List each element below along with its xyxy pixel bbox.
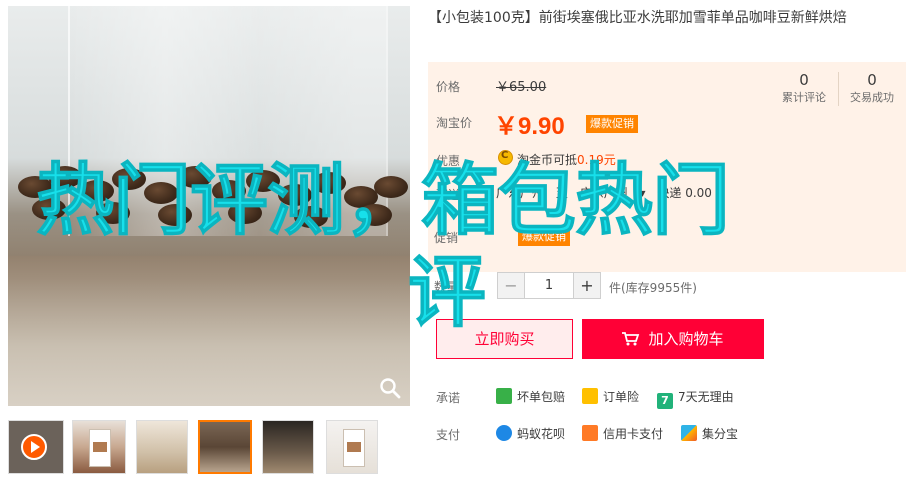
- quantity-label: 数量: [434, 280, 459, 294]
- sales-label: 交易成功: [850, 91, 894, 104]
- promise-row: 承诺 坏单包赔 订单险 7 7天无理由: [436, 387, 896, 409]
- promo2-label: 促销: [434, 231, 459, 245]
- quantity-minus-button[interactable]: −: [498, 273, 524, 298]
- sales-stat: 0 交易成功: [840, 70, 904, 106]
- main-product-image[interactable]: [8, 6, 410, 406]
- stock-info: 件(库存9955件): [609, 281, 697, 295]
- quantity-stepper[interactable]: − +: [497, 272, 601, 299]
- thumbnail-2[interactable]: [72, 420, 126, 474]
- current-price: ￥9.90: [494, 113, 565, 140]
- thumbnail-video[interactable]: [8, 420, 64, 474]
- ship-to[interactable]: 广东广州: [580, 184, 628, 201]
- shipping-selector[interactable]: 广东广州 至 广东广州 ▾ 快递 0.00: [496, 184, 720, 204]
- credit-card-icon: [582, 425, 598, 441]
- thumbnail-5[interactable]: [262, 420, 314, 474]
- promo-price-label: 淘宝价: [436, 116, 473, 130]
- review-stat[interactable]: 0 累计评论: [772, 70, 836, 106]
- chevron-down-icon[interactable]: ▾: [640, 186, 646, 200]
- thumbnail-4-active[interactable]: [198, 420, 252, 474]
- pay-item-3[interactable]: 集分宝: [681, 424, 738, 444]
- discount-label: 优惠: [436, 154, 461, 168]
- thumbnail-6[interactable]: [326, 420, 378, 474]
- huabei-icon: [496, 425, 512, 441]
- payment-label: 支付: [436, 428, 461, 442]
- promise-item-2[interactable]: 订单险: [582, 387, 639, 407]
- cart-icon: [622, 332, 640, 346]
- ship-fee: 快递 0.00: [657, 186, 712, 200]
- price-panel: 价格 ￥65.00 0 累计评论 0 交易成功 淘宝价 ￥9.90 爆款促销 优…: [428, 62, 906, 272]
- add-to-cart-button[interactable]: 加入购物车: [582, 319, 764, 359]
- add-to-cart-label: 加入购物车: [648, 330, 724, 348]
- seven-day-icon: 7: [657, 393, 673, 409]
- promo-tag: 爆款促销: [586, 115, 638, 133]
- pay-item-2[interactable]: 信用卡支付: [582, 424, 663, 444]
- price-label: 价格: [436, 80, 461, 94]
- review-label: 累计评论: [782, 91, 826, 104]
- thumbnail-3[interactable]: [136, 420, 188, 474]
- buy-now-button[interactable]: 立即购买: [436, 319, 573, 359]
- play-icon[interactable]: [21, 434, 47, 460]
- jifenbao-icon: [681, 425, 697, 441]
- thumbnail-strip: [8, 420, 388, 476]
- payment-row: 支付 蚂蚁花呗 信用卡支付 集分宝: [436, 424, 896, 444]
- original-price: ￥65.00: [496, 80, 547, 95]
- sales-count: 0: [867, 71, 877, 89]
- insurance-icon: [582, 388, 598, 404]
- ship-from: 广东广州: [496, 186, 545, 200]
- product-title: 【小包装100克】前街埃塞俄比亚水洗耶加雪菲单品咖啡豆新鲜烘焙: [428, 10, 847, 26]
- promise-item-3[interactable]: 7 7天无理由: [657, 387, 734, 409]
- shield-check-icon: [496, 388, 512, 404]
- discount-text: 淘金币可抵0.19元: [517, 153, 616, 167]
- quantity-input[interactable]: [524, 273, 574, 298]
- promise-label: 承诺: [436, 391, 461, 405]
- shipping-label: 配送: [436, 188, 461, 202]
- ship-arrow: 至: [555, 186, 568, 200]
- coin-icon: [498, 150, 513, 165]
- promise-item-1[interactable]: 坏单包赔: [496, 387, 565, 407]
- pay-item-1[interactable]: 蚂蚁花呗: [496, 424, 565, 444]
- promo2-tag: 爆款促销: [518, 228, 570, 246]
- stat-divider: [838, 72, 839, 106]
- magnifier-icon[interactable]: [378, 376, 402, 400]
- table-surface: [8, 256, 410, 406]
- quantity-plus-button[interactable]: +: [574, 273, 600, 298]
- review-count: 0: [799, 71, 809, 89]
